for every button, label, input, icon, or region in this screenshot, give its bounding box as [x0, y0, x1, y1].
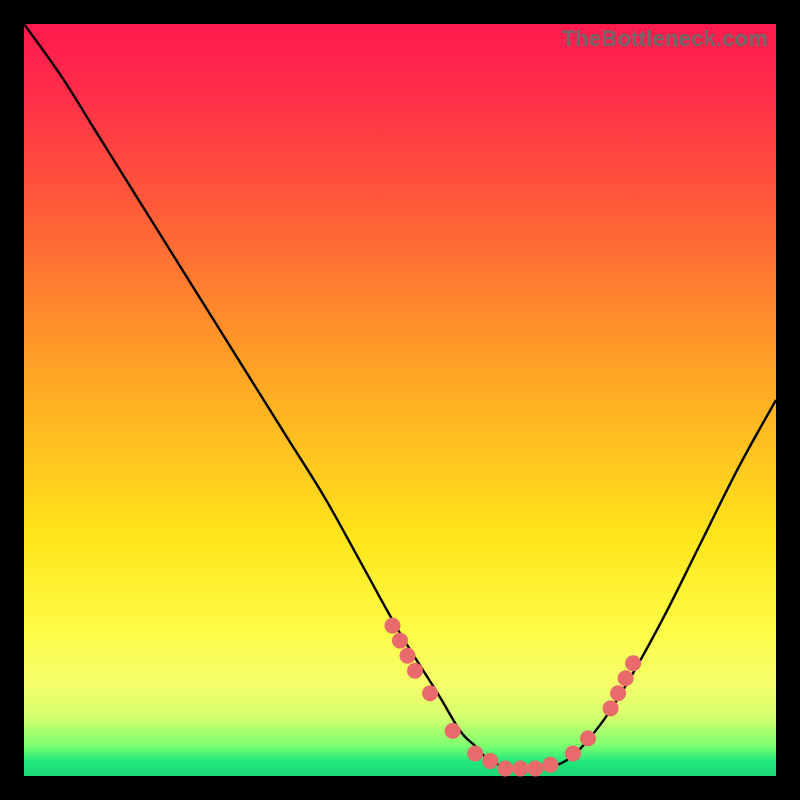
marker-dot: [392, 633, 408, 649]
watermark-text: TheBottleneck.com: [562, 26, 768, 52]
marker-dot: [467, 745, 483, 761]
chart-svg: [24, 24, 776, 776]
marker-dot: [407, 663, 423, 679]
marker-dot: [527, 760, 543, 776]
marker-dot: [482, 753, 498, 769]
chart-frame: TheBottleneck.com: [24, 24, 776, 776]
marker-dot: [542, 757, 558, 773]
marker-dot: [497, 760, 513, 776]
marker-dot: [565, 745, 581, 761]
marker-dot: [580, 730, 596, 746]
plot-area: TheBottleneck.com: [24, 24, 776, 776]
highlighted-points: [384, 618, 641, 777]
marker-dot: [422, 685, 438, 701]
marker-dot: [625, 655, 641, 671]
marker-dot: [610, 685, 626, 701]
marker-dot: [384, 618, 400, 634]
marker-dot: [445, 723, 461, 739]
marker-dot: [512, 760, 528, 776]
marker-dot: [618, 670, 634, 686]
marker-dot: [400, 648, 416, 664]
marker-dot: [603, 700, 619, 716]
